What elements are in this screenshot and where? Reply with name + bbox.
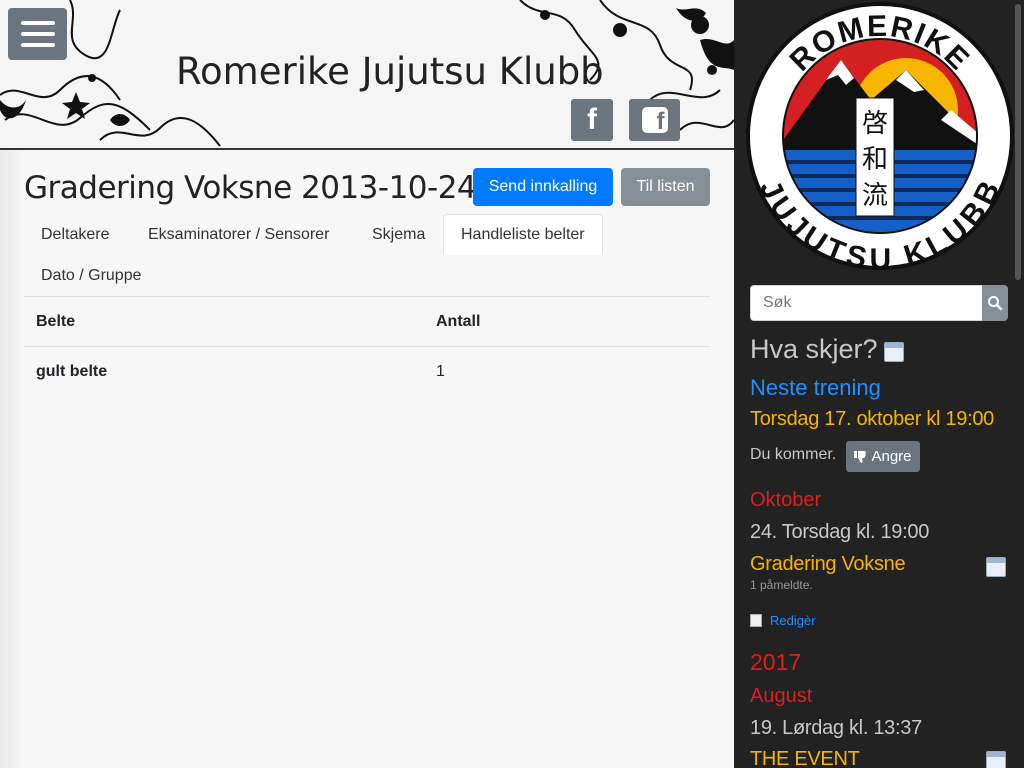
send-invitation-button[interactable]: Send innkalling	[473, 168, 613, 206]
calendar-icon[interactable]	[884, 342, 904, 362]
search-button[interactable]	[982, 285, 1008, 321]
tab-date-group[interactable]: Dato / Gruppe	[24, 255, 159, 296]
logo-kanji-2: 和	[862, 145, 888, 175]
calendar-icon[interactable]	[986, 557, 1006, 577]
year-heading: 2017	[750, 649, 802, 675]
facebook-square-button[interactable]: f	[629, 99, 680, 141]
sidebar: 啓 和 流 ROMERIKE JUJUTSU KLUBB Hva skjer? …	[734, 0, 1024, 768]
page-title: Gradering Voksne 2013-10-24	[24, 170, 477, 206]
site-header: Romerike Jujutsu Klubb f f	[0, 0, 734, 150]
event-date: 19. Lørdag kl. 13:37	[750, 717, 922, 739]
sidebar-scrollbar[interactable]	[1015, 4, 1021, 280]
tab-participants[interactable]: Deltakere	[24, 214, 126, 255]
club-logo: 啓 和 流 ROMERIKE JUJUTSU KLUBB	[746, 2, 1014, 272]
event-title[interactable]: Gradering Voksne	[750, 553, 906, 576]
table-row: gult belte 1	[24, 347, 710, 397]
event-title[interactable]: THE EVENT	[750, 748, 860, 768]
count-cell: 1	[436, 363, 445, 380]
next-training-heading[interactable]: Neste trening	[750, 375, 881, 401]
hamburger-icon-bar	[20, 21, 55, 25]
tab-form[interactable]: Skjema	[355, 214, 442, 255]
search-input[interactable]	[750, 285, 982, 321]
undo-label: Angre	[871, 448, 912, 465]
tab-bar: Deltakere Eksaminatorer / Sensorer Skjem…	[24, 214, 710, 297]
event-date: 24. Torsdag kl. 19:00	[750, 521, 930, 543]
search-bar	[750, 285, 1008, 321]
back-to-list-button[interactable]: Til listen	[621, 168, 710, 206]
undo-attendance-button[interactable]: Angre	[846, 441, 920, 472]
next-training-time: Torsdag 17. oktober kl 19:00	[750, 408, 994, 430]
facebook-icon: f	[587, 103, 597, 136]
edit-link[interactable]: Redigèr	[770, 613, 816, 628]
column-header-count: Antall	[436, 313, 481, 330]
column-header-belt: Belte	[36, 313, 76, 330]
month-heading: August	[750, 685, 813, 707]
event-signups: 1 påmeldte.	[750, 578, 813, 592]
belt-cell: gult belte	[36, 363, 108, 380]
thumbs-down-icon	[854, 450, 867, 463]
facebook-button[interactable]: f	[571, 99, 613, 141]
logo-kanji-1: 啓	[862, 109, 888, 139]
logo-kanji-3: 流	[862, 181, 888, 211]
menu-button[interactable]	[8, 8, 67, 60]
table-header: Belte Antall	[24, 297, 710, 347]
calendar-icon[interactable]	[986, 751, 1006, 768]
facebook-square-icon: f	[641, 107, 668, 135]
belt-table: Belte Antall gult belte 1	[24, 297, 710, 397]
document-icon	[750, 614, 762, 627]
month-heading: Oktober	[750, 489, 822, 511]
whats-happening-heading: Hva skjer?	[750, 334, 878, 364]
site-title: Romerike Jujutsu Klubb	[176, 50, 604, 93]
attendance-status: Du kommer.	[750, 446, 837, 463]
hamburger-icon-bar	[20, 32, 55, 36]
tab-examiners[interactable]: Eksaminatorer / Sensorer	[131, 214, 346, 255]
table-body: gult belte 1	[24, 347, 710, 397]
search-icon	[988, 296, 1003, 311]
main-content: Gradering Voksne 2013-10-24 Send innkall…	[0, 150, 734, 768]
tab-belt-shopping-list[interactable]: Handleliste belter	[443, 214, 603, 255]
table-header-row: Belte Antall	[24, 297, 710, 347]
hamburger-icon-bar	[20, 43, 55, 47]
